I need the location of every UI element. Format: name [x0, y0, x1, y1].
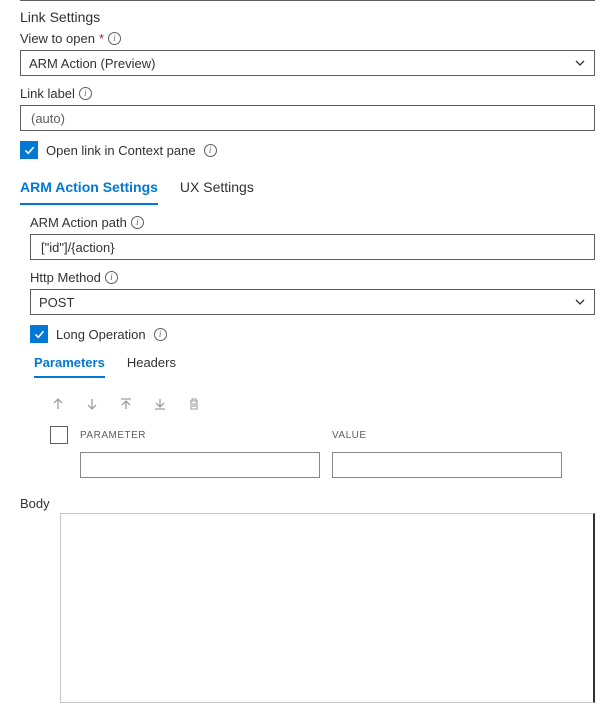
section-title: Link Settings	[20, 9, 595, 25]
chevron-down-icon	[574, 57, 586, 69]
open-context-checkbox[interactable]	[20, 141, 38, 159]
view-to-open-label: View to open * i	[20, 31, 595, 46]
long-operation-label: Long Operation	[56, 327, 146, 342]
subtab-parameters[interactable]: Parameters	[34, 351, 105, 378]
column-value: VALUE	[332, 430, 595, 441]
link-label-label: Link label i	[20, 86, 595, 101]
info-icon[interactable]: i	[204, 144, 217, 157]
required-asterisk: *	[99, 31, 104, 46]
http-method-label: Http Method i	[30, 270, 595, 285]
table-row	[50, 452, 595, 478]
link-label-input[interactable]	[20, 105, 595, 131]
http-method-select[interactable]: POST	[30, 289, 595, 315]
body-label: Body	[20, 496, 595, 511]
long-operation-checkbox[interactable]	[30, 325, 48, 343]
info-icon[interactable]: i	[105, 271, 118, 284]
info-icon[interactable]: i	[154, 328, 167, 341]
body-editor[interactable]	[60, 513, 595, 703]
tab-arm-action-settings[interactable]: ARM Action Settings	[20, 173, 158, 205]
parameter-name-input[interactable]	[80, 452, 320, 478]
delete-icon[interactable]	[186, 396, 202, 412]
info-icon[interactable]: i	[108, 32, 121, 45]
parameter-value-input[interactable]	[332, 452, 562, 478]
arm-action-path-label: ARM Action path i	[30, 215, 595, 230]
chevron-down-icon	[574, 296, 586, 308]
tab-ux-settings[interactable]: UX Settings	[180, 173, 254, 205]
info-icon[interactable]: i	[131, 216, 144, 229]
info-icon[interactable]: i	[79, 87, 92, 100]
arm-action-path-input[interactable]	[30, 234, 595, 260]
open-context-label: Open link in Context pane	[46, 143, 196, 158]
subtab-headers[interactable]: Headers	[127, 351, 176, 378]
move-up-icon[interactable]	[50, 396, 66, 412]
column-parameter: PARAMETER	[80, 430, 320, 441]
move-down-icon[interactable]	[84, 396, 100, 412]
select-all-checkbox[interactable]	[50, 426, 68, 444]
move-to-top-icon[interactable]	[118, 396, 134, 412]
view-to-open-select[interactable]: ARM Action (Preview)	[20, 50, 595, 76]
move-to-bottom-icon[interactable]	[152, 396, 168, 412]
